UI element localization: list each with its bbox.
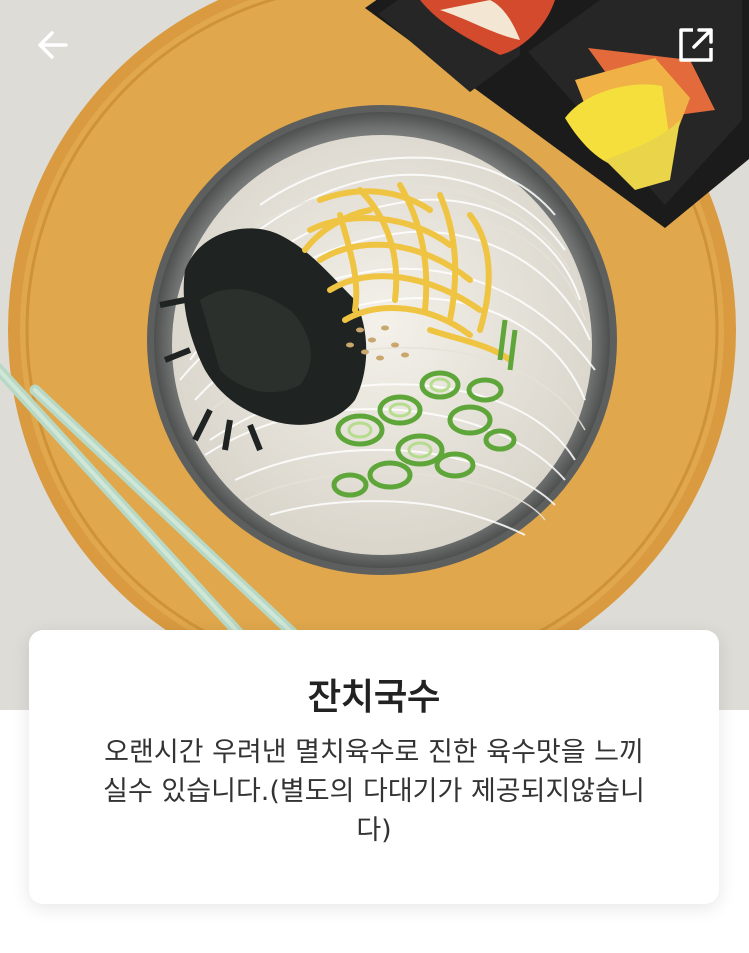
arrow-left-icon [38,31,68,59]
menu-photo [0,0,749,710]
food-illustration [0,0,749,710]
share-external-icon [679,28,713,62]
menu-info-card: 잔치국수 오랜시간 우려낸 멸치육수로 진한 육수맛을 느끼실수 있습니다.(별… [29,630,719,904]
menu-description: 오랜시간 우려낸 멸치육수로 진한 육수맛을 느끼실수 있습니다.(별도의 다대… [103,737,645,847]
back-button[interactable] [30,22,76,68]
menu-name: 잔치국수 [307,677,441,718]
share-button[interactable] [673,22,719,68]
